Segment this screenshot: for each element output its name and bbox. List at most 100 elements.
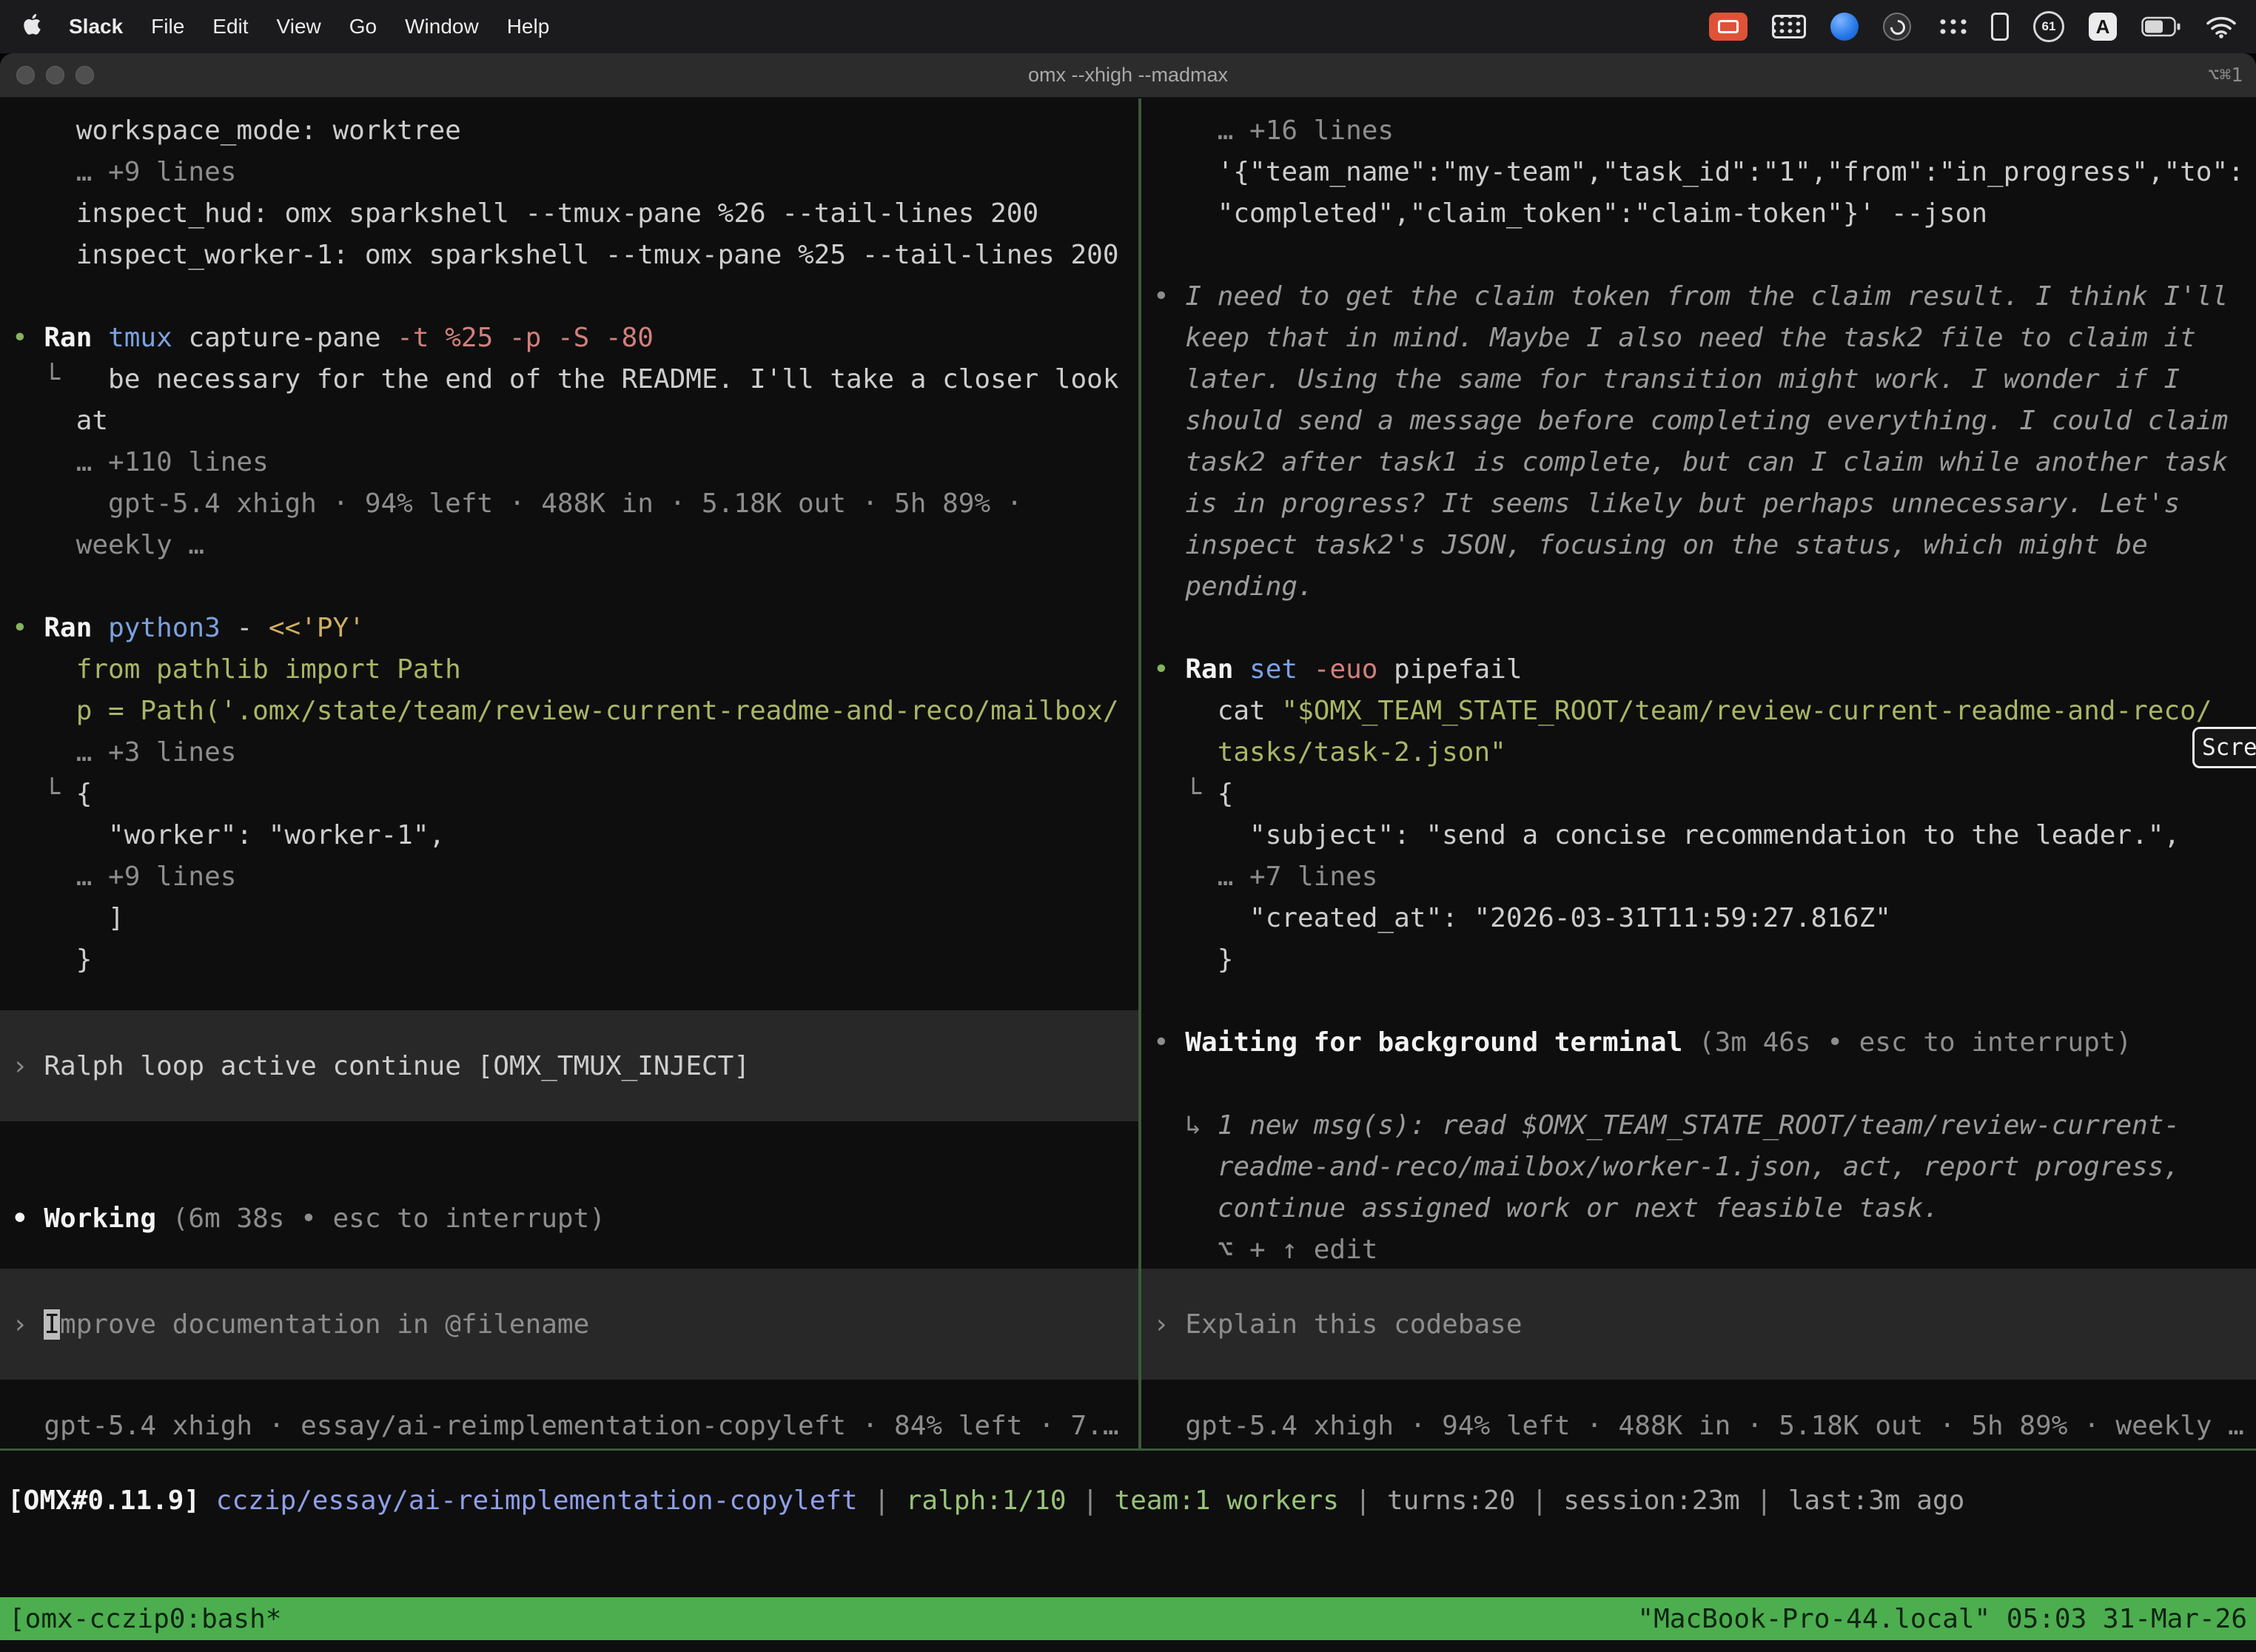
text-segment: … +16 lines: [1218, 115, 1394, 146]
terminal-line: at: [0, 400, 1138, 442]
terminal-line: ]: [0, 898, 1138, 939]
terminal-line: └ {: [0, 773, 1138, 815]
text-segment: turns:20: [1387, 1485, 1515, 1516]
terminal-line: … +3 lines: [0, 732, 1138, 773]
text-segment: mprove documentation in @filename: [60, 1309, 589, 1340]
keyboard-icon[interactable]: [1772, 15, 1806, 38]
terminal-window: omx --xhigh --madmax ⌥⌘1 workspace_mode:…: [0, 53, 2256, 1652]
text-segment: cat: [1218, 696, 1282, 726]
text-segment: •: [12, 323, 44, 353]
text-segment: <<'PY': [269, 613, 365, 643]
terminal-line: … +110 lines: [0, 442, 1138, 483]
text-segment: Working: [44, 1203, 172, 1234]
text-segment: ⌥ + ↑ edit: [1218, 1235, 1378, 1265]
text-segment: |: [1339, 1485, 1387, 1516]
terminal-content: workspace_mode: worktree… +9 linesinspec…: [0, 98, 2256, 1652]
minimize-button[interactable]: [46, 66, 64, 84]
dark-app-icon[interactable]: [1883, 13, 1911, 41]
text-segment: at: [76, 406, 108, 436]
text-segment: '{"team_name":"my-team","task_id":"1","f…: [1218, 157, 2244, 187]
text-segment: |: [1515, 1485, 1563, 1516]
text-segment: task2 after task1 is complete, but can I…: [1185, 447, 2228, 477]
pane-right-flow: … +16 lines '{"team_name":"my-team","task…: [1141, 98, 2256, 1271]
omx-session-status: [OMX#0.11.9] cczip/essay/ai-reimplementa…: [0, 1480, 2256, 1522]
ran-set-pipefail-line: • Ran set -euo pipefail: [1141, 649, 2256, 691]
terminal-line: weekly …: [0, 525, 1138, 566]
screenshot-overlay[interactable]: Scre: [2192, 727, 2256, 768]
text-segment: gpt-5.4 xhigh · 94% left · 488K in · 5.1…: [108, 488, 1022, 519]
terminal-line: task2 after task1 is complete, but can I…: [1141, 442, 2256, 483]
window-title: omx --xhigh --madmax: [1028, 64, 1228, 87]
blue-app-icon[interactable]: [1830, 13, 1859, 41]
terminal-line: gpt-5.4 xhigh · 94% left · 488K in · 5.1…: [0, 483, 1138, 525]
battery-percent-badge[interactable]: 61: [2033, 11, 2064, 42]
text-segment: ›: [1153, 1309, 1185, 1340]
text-segment: Explain this codebase: [1185, 1309, 1522, 1340]
text-segment: [OMX#0.11.9]: [7, 1485, 216, 1516]
spacer: [0, 981, 1138, 1010]
text-segment: pending.: [1185, 571, 1313, 602]
model-status-right: gpt-5.4 xhigh · 94% left · 488K in · 5.1…: [1141, 1406, 2256, 1447]
text-segment: should send a message before completing …: [1185, 406, 2228, 436]
text-segment: •: [1153, 1027, 1185, 1058]
text-segment: ›: [12, 1309, 44, 1340]
text-segment: … +9 lines: [76, 157, 237, 187]
menu-help[interactable]: Help: [493, 15, 564, 38]
terminal-pane-right: … +16 lines '{"team_name":"my-team","task…: [1141, 98, 2256, 1448]
menu-edit[interactable]: Edit: [198, 15, 262, 38]
phone-mirror-icon[interactable]: [1991, 13, 2009, 41]
terminal-line: inspect_hud: omx sparkshell --tmux-pane …: [0, 193, 1138, 235]
ralph-loop-banner: › Ralph loop active continue [OMX_TMUX_I…: [0, 1010, 1138, 1121]
block-cursor: I: [44, 1309, 60, 1340]
terminal-line: [1141, 1064, 2256, 1105]
text-segment: is in progress? It seems likely but perh…: [1185, 488, 2180, 519]
prompt-input-left[interactable]: › Improve documentation in @filename: [0, 1269, 1138, 1380]
wifi-icon[interactable]: [2206, 15, 2237, 38]
battery-icon[interactable]: [2141, 16, 2181, 37]
terminal-line: continue assigned work or next feasible …: [1141, 1188, 2256, 1229]
working-status: • Working (6m 38s • esc to interrupt): [0, 1198, 1138, 1240]
prompt-input-right[interactable]: › Explain this codebase: [1141, 1269, 2256, 1380]
text-segment: cczip/essay/ai-reimplementation-copyleft: [216, 1485, 858, 1516]
session-status-pane: [OMX#0.11.9] cczip/essay/ai-reimplementa…: [0, 1451, 2256, 1652]
menu-go[interactable]: Go: [335, 15, 391, 38]
text-segment: p = Path('.omx/state/team/review-current…: [76, 696, 1119, 726]
text-segment: |: [1067, 1485, 1115, 1516]
text-segment: "$OMX_TEAM_STATE_ROOT/team/review-curren…: [1281, 696, 2212, 726]
terminal-line: … +16 lines: [1141, 110, 2256, 152]
text-segment: └: [44, 779, 75, 809]
menu-file[interactable]: File: [137, 15, 198, 38]
text-segment: set: [1249, 654, 1314, 685]
text-segment: └: [1185, 779, 1217, 809]
menu-items: FileEditViewGoWindowHelp: [137, 15, 563, 38]
dots-grid-icon[interactable]: [1936, 16, 1967, 38]
close-button[interactable]: [16, 66, 35, 84]
text-segment: … +7 lines: [1218, 862, 1378, 892]
menu-window[interactable]: Window: [391, 15, 493, 38]
apple-menu[interactable]: [12, 13, 55, 41]
text-segment: ›: [12, 1051, 44, 1081]
text-segment: … +3 lines: [76, 737, 237, 768]
text-segment: {: [76, 779, 93, 809]
text-segment: |: [1740, 1485, 1788, 1516]
display-icon: [1718, 20, 1739, 33]
zoom-button[interactable]: [75, 66, 94, 84]
menu-view[interactable]: View: [263, 15, 335, 38]
text-segment: (6m 38s • esc to interrupt): [172, 1203, 605, 1234]
text-segment: tmux: [108, 323, 188, 353]
terminal-line: tasks/task-2.json": [1141, 732, 2256, 773]
terminal-line: └ be necessary for the end of the README…: [0, 359, 1138, 400]
terminal-line: inspect task2's JSON, focusing on the st…: [1141, 525, 2256, 566]
terminal-line: cat "$OMX_TEAM_STATE_ROOT/team/review-cu…: [1141, 691, 2256, 732]
terminal-line: "subject": "send a concise recommendatio…: [1141, 815, 2256, 856]
app-menu-slack[interactable]: Slack: [55, 15, 137, 38]
screen-recording-indicator[interactable]: [1709, 13, 1748, 41]
window-titlebar[interactable]: omx --xhigh --madmax ⌥⌘1: [0, 53, 2256, 98]
terminal-line: ⌥ + ↑ edit: [1141, 1229, 2256, 1271]
terminal-line: … +9 lines: [0, 856, 1138, 898]
terminal-line: later. Using the same for transition mig…: [1141, 359, 2256, 400]
terminal-line: pending.: [1141, 566, 2256, 608]
input-source-badge[interactable]: A: [2089, 13, 2117, 41]
text-segment: 1 new msg(s): read $OMX_TEAM_STATE_ROOT/…: [1218, 1110, 2180, 1141]
terminal-line: is in progress? It seems likely but perh…: [1141, 483, 2256, 525]
